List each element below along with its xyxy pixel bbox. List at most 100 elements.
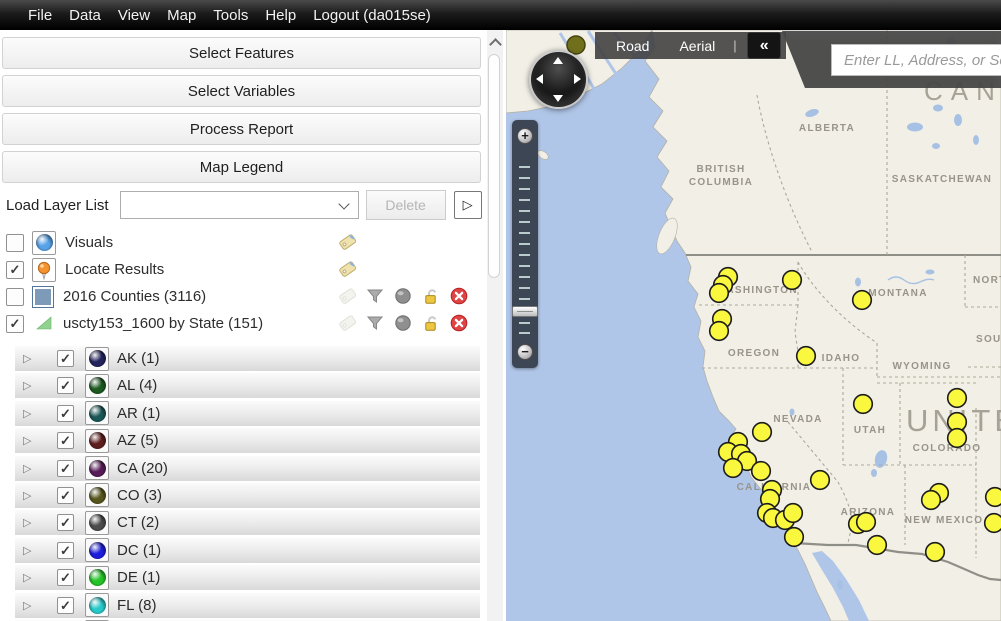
city-marker[interactable] [854,395,873,414]
menu-item-tools[interactable]: Tools [213,7,248,24]
search-input[interactable] [831,44,1001,76]
state-row-dc[interactable]: ▷✓DC (1) [15,538,480,563]
pan-down-icon[interactable] [553,95,563,102]
city-marker[interactable] [948,389,967,408]
layer-checkbox[interactable] [6,288,24,306]
city-marker[interactable] [724,459,743,478]
panel-scrollbar[interactable] [487,30,503,621]
globe-icon[interactable] [393,286,413,306]
city-marker[interactable] [797,347,816,366]
city-marker[interactable] [811,471,830,490]
zoom-in-icon[interactable]: + [517,128,533,144]
accordion-select-variables[interactable]: Select Variables [2,75,481,107]
city-marker[interactable] [926,543,945,562]
menu-item-view[interactable]: View [118,7,150,24]
scroll-up-icon[interactable] [489,38,502,51]
state-row-ar[interactable]: ▷✓AR (1) [15,401,480,426]
funnel-icon[interactable] [365,313,385,333]
state-row-al[interactable]: ▷✓AL (4) [15,373,480,398]
state-checkbox[interactable]: ✓ [57,350,74,367]
zoom-slider[interactable]: + − [512,120,538,368]
city-marker[interactable] [857,513,876,532]
city-marker[interactable] [753,423,772,442]
city-marker[interactable] [784,504,803,523]
state-row-ak[interactable]: ▷✓AK (1) [15,346,480,371]
funnel-icon[interactable] [365,286,385,306]
lock-open-icon[interactable] [421,313,441,333]
expand-arrow-icon[interactable]: ▷ [23,434,37,447]
state-row-fl[interactable]: ▷✓FL (8) [15,593,480,618]
state-checkbox[interactable]: ✓ [57,377,74,394]
expand-arrow-icon[interactable]: ▷ [23,352,37,365]
layer-row[interactable]: Visuals [0,229,486,256]
state-checkbox[interactable]: ✓ [57,460,74,477]
aerial-button[interactable]: Aerial [664,38,730,54]
menu-item-logout-da015se[interactable]: Logout (da015se) [313,7,431,24]
layer-checkbox[interactable]: ✓ [6,261,24,279]
state-row-ct[interactable]: ▷✓CT (2) [15,510,480,535]
layer-checkbox[interactable]: ✓ [6,315,24,333]
state-row-de[interactable]: ▷✓DE (1) [15,565,480,590]
expand-arrow-icon[interactable]: ▷ [23,462,37,475]
zoom-slider-handle[interactable] [512,306,538,317]
state-checkbox[interactable]: ✓ [57,569,74,586]
city-marker[interactable] [710,284,729,303]
layer-row[interactable]: ✓uscty153_1600 by State (151) [0,310,486,337]
city-marker[interactable] [922,491,941,510]
map-area[interactable]: UNITEDCANADAALBERTABRITISHCOLUMBIASASKAT… [506,30,1001,621]
layer-row[interactable]: 2016 Counties (3116) [0,283,486,310]
map-canvas[interactable]: UNITEDCANADAALBERTABRITISHCOLUMBIASASKAT… [506,30,1001,621]
menu-item-file[interactable]: File [28,7,52,24]
city-marker[interactable] [783,271,802,290]
expand-arrow-icon[interactable]: ▷ [23,379,37,392]
pan-right-icon[interactable] [574,74,581,84]
expand-arrow-icon[interactable]: ▷ [23,407,37,420]
globe-icon[interactable] [393,313,413,333]
expand-arrow-icon[interactable]: ▷ [23,489,37,502]
delete-button[interactable]: Delete [366,190,446,220]
state-checkbox[interactable]: ✓ [57,597,74,614]
expand-arrow-icon[interactable]: ▷ [23,571,37,584]
expand-arrow-icon[interactable]: ▷ [23,544,37,557]
layer-checkbox[interactable] [6,234,24,252]
city-marker[interactable] [985,514,1001,533]
remove-icon[interactable] [449,313,469,333]
layer-row[interactable]: ✓Locate Results [0,256,486,283]
lock-open-icon[interactable] [421,286,441,306]
city-marker[interactable] [868,536,887,555]
state-row-az[interactable]: ▷✓AZ (5) [15,428,480,453]
city-marker[interactable] [986,488,1001,507]
scrollbar-thumb[interactable] [488,54,500,278]
tag-faded-icon[interactable] [337,313,357,333]
layer-list-dropdown[interactable] [120,191,359,219]
remove-icon[interactable] [449,286,469,306]
state-checkbox[interactable]: ✓ [57,487,74,504]
state-row-ca[interactable]: ▷✓CA (20) [15,456,480,481]
tag-icon[interactable] [337,259,357,279]
menu-item-data[interactable]: Data [69,7,101,24]
expand-arrow-icon[interactable]: ▷ [23,599,37,612]
accordion-select-features[interactable]: Select Features [2,37,481,69]
tag-icon[interactable] [337,232,357,252]
city-marker[interactable] [785,528,804,547]
expand-arrow-icon[interactable]: ▷ [23,516,37,529]
pan-left-icon[interactable] [536,74,543,84]
compass-pan-control[interactable] [529,50,588,109]
collapse-button[interactable]: « [747,32,781,59]
city-marker[interactable] [710,322,729,341]
tag-faded-icon[interactable] [337,286,357,306]
accordion-process-report[interactable]: Process Report [2,113,481,145]
state-checkbox[interactable]: ✓ [57,542,74,559]
state-checkbox[interactable]: ✓ [57,432,74,449]
city-marker[interactable] [752,462,771,481]
road-button[interactable]: Road [601,38,664,54]
state-row-co[interactable]: ▷✓CO (3) [15,483,480,508]
menu-item-help[interactable]: Help [265,7,296,24]
menu-item-map[interactable]: Map [167,7,196,24]
accordion-map-legend[interactable]: Map Legend [2,151,481,183]
run-button[interactable]: ▷ [454,191,482,219]
city-marker[interactable] [948,429,967,448]
state-checkbox[interactable]: ✓ [57,405,74,422]
state-checkbox[interactable]: ✓ [57,514,74,531]
zoom-out-icon[interactable]: − [517,344,533,360]
